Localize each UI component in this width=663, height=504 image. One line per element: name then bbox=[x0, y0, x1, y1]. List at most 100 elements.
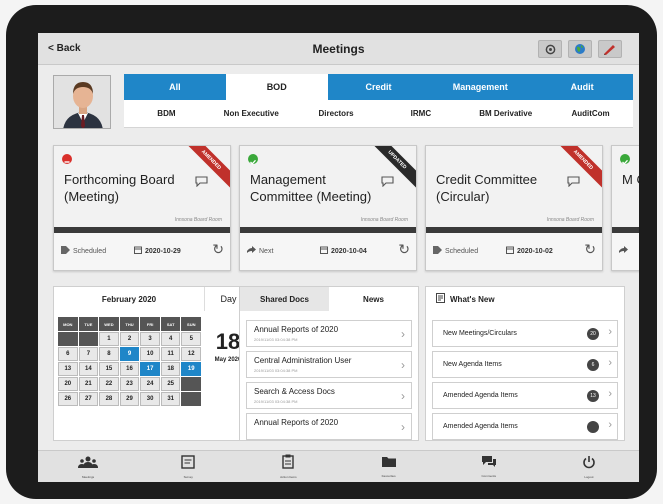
chevron-right-icon: › bbox=[401, 420, 405, 434]
calendar-weekday: THU bbox=[119, 317, 140, 331]
documents-tabs: Shared Docs News bbox=[240, 287, 418, 311]
nav-action-items[interactable]: Action Items bbox=[238, 451, 338, 482]
refresh-icon[interactable]: ↻ bbox=[584, 241, 596, 258]
calendar-day[interactable]: 14 bbox=[78, 362, 99, 376]
globe-icon[interactable] bbox=[568, 40, 592, 58]
calendar-day[interactable]: 19 bbox=[181, 362, 202, 376]
chat-icon[interactable] bbox=[567, 174, 580, 192]
chevron-right-icon: › bbox=[608, 419, 612, 431]
status-text: Next bbox=[259, 247, 274, 255]
calendar-day[interactable]: 10 bbox=[140, 347, 160, 361]
calendar-day[interactable]: 1 bbox=[99, 332, 119, 346]
tab-credit[interactable]: Credit bbox=[328, 74, 430, 100]
list-item[interactable]: Central Administration User 2019/11/03 0… bbox=[246, 351, 412, 378]
nav-favourites[interactable]: Favourites bbox=[339, 451, 439, 482]
chevron-right-icon: › bbox=[401, 327, 405, 341]
calendar-day[interactable]: 30 bbox=[140, 392, 160, 406]
list-item[interactable]: Amended Agenda Items 13 › bbox=[432, 382, 618, 409]
calendar-day[interactable]: 18 bbox=[160, 362, 181, 376]
calendar-day[interactable]: 15 bbox=[99, 362, 119, 376]
list-item[interactable]: New Agenda Items 6 › bbox=[432, 351, 618, 378]
calendar-day[interactable]: 28 bbox=[99, 392, 119, 406]
subtab-directors[interactable]: Directors bbox=[294, 100, 379, 127]
check-circle-icon bbox=[248, 154, 258, 165]
subtab-auditcom[interactable]: AuditCom bbox=[548, 100, 633, 127]
calendar-day[interactable]: 26 bbox=[58, 392, 78, 406]
list-item[interactable]: Annual Reports of 2020 2019/11/03 03:04:… bbox=[246, 320, 412, 347]
calendar-day[interactable]: 5 bbox=[181, 332, 202, 346]
tag-icon bbox=[61, 246, 70, 256]
calendar-week-row: 6 7 8 9 10 11 12 bbox=[58, 347, 202, 361]
calendar-day[interactable]: 25 bbox=[160, 377, 181, 391]
meeting-card[interactable]: UPDATED Management Committee (Meeting) I… bbox=[239, 145, 417, 271]
calendar-day[interactable]: 29 bbox=[119, 392, 140, 406]
list-item[interactable]: New Meetings/Circulars 20 › bbox=[432, 320, 618, 347]
tab-audit[interactable]: Audit bbox=[531, 74, 633, 100]
tab-management[interactable]: Management bbox=[429, 74, 531, 100]
calendar-day[interactable]: 8 bbox=[99, 347, 119, 361]
pen-icon[interactable] bbox=[598, 40, 622, 58]
date-text: 2020-10-29 bbox=[145, 247, 181, 255]
calendar-day[interactable]: 20 bbox=[58, 377, 78, 391]
subtab-irmc[interactable]: IRMC bbox=[378, 100, 463, 127]
calendar-empty-cell bbox=[58, 332, 78, 346]
calendar-day[interactable]: 31 bbox=[160, 392, 181, 406]
survey-icon bbox=[181, 454, 195, 474]
doc-name: Central Administration User bbox=[254, 356, 352, 365]
calendar-icon bbox=[134, 246, 142, 256]
calendar-day[interactable]: 21 bbox=[78, 377, 99, 391]
chat-icon[interactable] bbox=[381, 174, 394, 192]
subtab-bdm[interactable]: BDM bbox=[124, 100, 209, 127]
gear-icon[interactable] bbox=[538, 40, 562, 58]
calendar-day[interactable]: 6 bbox=[58, 347, 78, 361]
calendar-day[interactable]: 3 bbox=[140, 332, 160, 346]
calendar-day[interactable]: 9 bbox=[119, 347, 140, 361]
calendar-day[interactable]: 17 bbox=[140, 362, 160, 376]
meeting-card[interactable]: M C bbox=[611, 145, 639, 271]
tab-all[interactable]: All bbox=[124, 74, 226, 100]
calendar-day[interactable]: 2 bbox=[119, 332, 140, 346]
tab-bod[interactable]: BOD bbox=[225, 74, 328, 100]
chat-icon[interactable] bbox=[195, 174, 208, 192]
whats-new-title: What's New bbox=[450, 294, 495, 304]
nav-comments[interactable]: Comments bbox=[439, 451, 539, 482]
calendar-day[interactable]: 11 bbox=[160, 347, 181, 361]
meeting-card[interactable]: AMENDED Credit Committee (Circular) Inns… bbox=[425, 145, 603, 271]
chevron-right-icon: › bbox=[608, 357, 612, 369]
calendar-day[interactable]: 4 bbox=[160, 332, 181, 346]
refresh-icon[interactable]: ↻ bbox=[398, 241, 410, 258]
status-label: Next bbox=[247, 246, 273, 256]
tab-shared-docs[interactable]: Shared Docs bbox=[240, 287, 329, 311]
nav-meetings[interactable]: Meetings bbox=[38, 451, 138, 482]
calendar-week-row: 13 14 15 16 17 18 19 bbox=[58, 362, 202, 376]
chevron-right-icon: › bbox=[401, 389, 405, 403]
arrow-right-icon bbox=[247, 246, 256, 256]
calendar-day[interactable]: 22 bbox=[99, 377, 119, 391]
count-badge: 20 bbox=[587, 328, 599, 340]
meeting-card[interactable]: AMENDED Forthcoming Board (Meeting) Inns… bbox=[53, 145, 231, 271]
list-item[interactable]: Search & Access Docs 2019/11/03 03:04:38… bbox=[246, 382, 412, 409]
secondary-filter-tabs: BDM Non Executive Directors IRMC BM Deri… bbox=[124, 100, 633, 128]
list-item[interactable]: Annual Reports of 2020 › bbox=[246, 413, 412, 440]
tab-news[interactable]: News bbox=[329, 287, 418, 311]
card-header: M C bbox=[612, 146, 639, 226]
nav-survey[interactable]: Survey bbox=[138, 451, 238, 482]
calendar-day[interactable]: 27 bbox=[78, 392, 99, 406]
subtab-bm-derivative[interactable]: BM Derivative bbox=[463, 100, 548, 127]
nav-logout[interactable]: Logout bbox=[539, 451, 639, 482]
calendar-day[interactable]: 12 bbox=[181, 347, 202, 361]
subtab-non-executive[interactable]: Non Executive bbox=[209, 100, 294, 127]
nav-label: Meetings bbox=[81, 474, 95, 479]
avatar[interactable] bbox=[53, 75, 111, 129]
calendar-day[interactable]: 13 bbox=[58, 362, 78, 376]
calendar-empty-cell bbox=[181, 377, 202, 391]
calendar-day[interactable]: 24 bbox=[140, 377, 160, 391]
calendar-day[interactable]: 16 bbox=[119, 362, 140, 376]
whats-new-panel: What's New New Meetings/Circulars 20 › N… bbox=[425, 286, 625, 441]
calendar-grid: MON TUE WED THU FRI SAT SUN 1 2 3 4 5 6 7 8 9 10 11 12 13 14… bbox=[58, 317, 202, 407]
refresh-icon[interactable]: ↻ bbox=[212, 241, 224, 258]
list-item[interactable]: Amended Agenda Items › bbox=[432, 413, 618, 440]
card-title: Management Committee (Meeting) bbox=[250, 172, 372, 204]
calendar-day[interactable]: 7 bbox=[78, 347, 99, 361]
calendar-day[interactable]: 23 bbox=[119, 377, 140, 391]
